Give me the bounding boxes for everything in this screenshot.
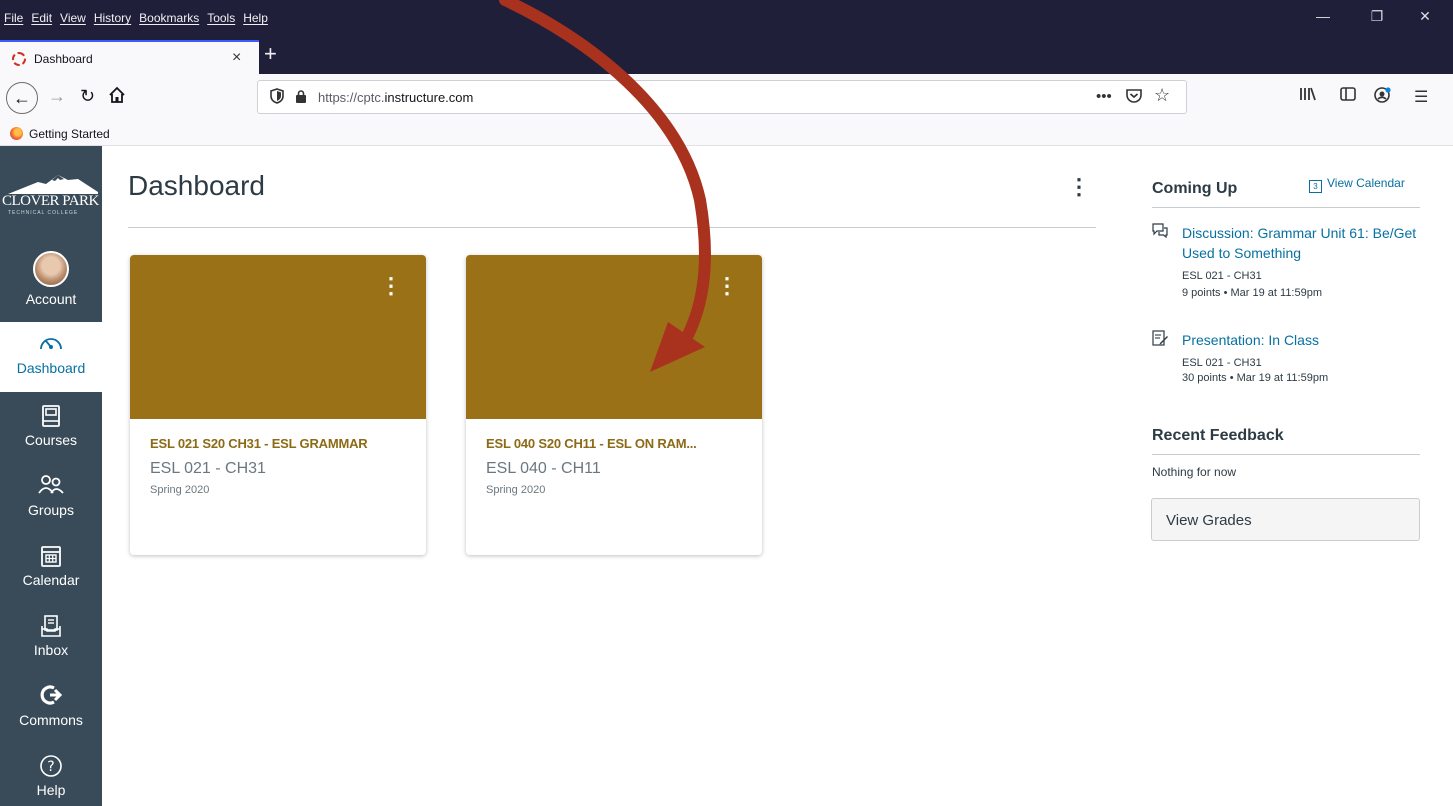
course-card-term: Spring 2020 [486, 484, 546, 496]
forward-button[interactable]: → [48, 86, 66, 107]
hamburger-menu-icon[interactable]: ☰ [1414, 87, 1428, 107]
new-tab-button[interactable]: + [264, 41, 277, 67]
nav-calendar[interactable]: Calendar [0, 544, 102, 588]
course-card-term: Spring 2020 [150, 484, 210, 496]
inbox-icon [0, 614, 102, 640]
help-question-icon: ? [0, 754, 102, 780]
nav-courses[interactable]: Courses [0, 404, 102, 448]
view-calendar-link[interactable]: 3 View Calendar [1309, 176, 1405, 193]
logo-name: CLOVER PARK [2, 193, 99, 209]
calendar-icon [0, 544, 102, 570]
menu-tools[interactable]: Tools [207, 11, 235, 25]
course-card[interactable]: ⋮ ESL 021 S20 CH31 - ESL GRAMMAR ESL 021… [130, 255, 426, 555]
menu-help[interactable]: Help [243, 11, 268, 25]
canvas-favicon-icon [12, 52, 26, 66]
svg-text:?: ? [47, 759, 54, 775]
close-window-button[interactable]: ✕ [1402, 8, 1448, 25]
groups-people-icon [0, 474, 102, 500]
tab-dashboard[interactable]: Dashboard × [0, 40, 259, 76]
discussion-icon [1152, 223, 1168, 239]
navigation-toolbar: ← → ↻ https://cptc.instructure.com ••• ☆… [0, 74, 1453, 122]
nav-help[interactable]: ? Help [0, 754, 102, 798]
url-text[interactable]: https://cptc.instructure.com [318, 90, 473, 105]
lock-icon[interactable] [296, 90, 306, 103]
dashboard-gauge-icon [0, 332, 102, 358]
coming-up-item[interactable]: Discussion: Grammar Unit 61: Be/Get Used… [1152, 223, 1420, 313]
coming-up-item-meta: 9 points • Mar 19 at 11:59pm [1182, 287, 1323, 299]
view-grades-button[interactable]: View Grades [1151, 498, 1420, 541]
title-divider [128, 227, 1096, 228]
nav-groups[interactable]: Groups [0, 474, 102, 518]
coming-up-item-link[interactable]: Discussion: Grammar Unit 61: Be/Get Used… [1182, 223, 1422, 263]
nav-inbox-label: Inbox [33, 642, 69, 658]
menu-bar: File Edit View History Bookmarks Tools H… [0, 0, 1453, 38]
url-bar[interactable]: https://cptc.instructure.com ••• ☆ [257, 80, 1187, 114]
course-card-title[interactable]: ESL 021 S20 CH31 - ESL GRAMMAR [150, 436, 368, 451]
menu-edit[interactable]: Edit [31, 11, 52, 25]
course-card-code: ESL 040 - CH11 [486, 460, 601, 477]
tab-strip: Dashboard × + [0, 38, 1453, 76]
nav-calendar-label: Calendar [22, 572, 80, 588]
firefox-icon [10, 127, 23, 140]
page-title: Dashboard [128, 170, 265, 201]
minimize-button[interactable]: — [1300, 8, 1346, 24]
menu-history[interactable]: History [94, 11, 131, 25]
back-button[interactable]: ← [6, 82, 38, 114]
recent-feedback-empty: Nothing for now [1152, 465, 1237, 479]
library-icon[interactable] [1299, 87, 1317, 105]
home-button[interactable] [108, 86, 126, 109]
tab-close-icon[interactable]: × [232, 49, 241, 67]
bookmark-star-icon[interactable]: ☆ [1154, 85, 1170, 106]
coming-up-item-course: ESL 021 - CH31 [1182, 357, 1262, 369]
restore-button[interactable]: ❐ [1354, 8, 1400, 25]
course-card-code: ESL 021 - CH31 [150, 460, 266, 477]
calendar-small-icon: 3 [1309, 180, 1322, 193]
nav-courses-label: Courses [24, 432, 78, 448]
card-options-kebab-icon[interactable]: ⋮ [380, 273, 402, 299]
nav-dashboard[interactable]: Dashboard [0, 322, 102, 392]
menu-view[interactable]: View [60, 11, 86, 25]
course-card-title[interactable]: ESL 040 S20 CH11 - ESL ON RAM... [486, 436, 697, 451]
menu-bookmarks[interactable]: Bookmarks [139, 11, 199, 25]
pocket-icon[interactable] [1126, 88, 1142, 107]
assignment-icon [1152, 330, 1168, 346]
courses-book-icon [0, 404, 102, 430]
clover-park-logo[interactable]: CLOVER PARK TECHNICAL COLLEGE [0, 146, 102, 234]
recent-feedback-divider [1152, 454, 1420, 455]
nav-commons-label: Commons [19, 712, 83, 728]
reload-button[interactable]: ↻ [80, 86, 95, 107]
tab-title: Dashboard [34, 52, 93, 66]
coming-up-heading: Coming Up [1152, 180, 1238, 197]
course-card[interactable]: ⋮ ESL 040 S20 CH11 - ESL ON RAM... ESL 0… [466, 255, 762, 555]
global-nav: CLOVER PARK TECHNICAL COLLEGE Account Da… [0, 146, 102, 806]
nav-help-label: Help [36, 782, 66, 798]
logo-subtitle: TECHNICAL COLLEGE [8, 210, 79, 216]
menu-file[interactable]: File [4, 11, 23, 25]
commons-icon [0, 684, 102, 710]
page-actions-icon[interactable]: ••• [1096, 88, 1112, 105]
coming-up-item-course: ESL 021 - CH31 [1182, 270, 1262, 282]
dashboard-options-kebab-icon[interactable]: ⋮ [1068, 174, 1090, 200]
bookmark-getting-started[interactable]: Getting Started [29, 127, 110, 141]
tracking-shield-icon[interactable] [270, 88, 284, 107]
recent-feedback-heading: Recent Feedback [1152, 427, 1284, 444]
nav-account[interactable]: Account [0, 251, 102, 307]
sidebar-toggle-icon[interactable] [1340, 87, 1356, 105]
view-calendar-label: View Calendar [1327, 176, 1405, 190]
coming-up-divider [1152, 207, 1420, 208]
coming-up-item[interactable]: Presentation: In Class ESL 021 - CH31 30… [1152, 330, 1420, 390]
nav-dashboard-label: Dashboard [16, 360, 86, 376]
nav-account-label: Account [25, 291, 77, 307]
home-icon [109, 86, 125, 103]
account-profile-icon[interactable] [1374, 87, 1392, 107]
menu-list: File Edit View History Bookmarks Tools H… [4, 11, 268, 25]
coming-up-item-link[interactable]: Presentation: In Class [1182, 330, 1422, 350]
avatar [33, 251, 69, 287]
card-options-kebab-icon[interactable]: ⋮ [716, 273, 738, 299]
nav-groups-label: Groups [28, 502, 74, 518]
nav-commons[interactable]: Commons [0, 684, 102, 728]
bookmarks-toolbar: Getting Started [0, 122, 1453, 146]
nav-inbox[interactable]: Inbox [0, 614, 102, 658]
coming-up-item-meta: 30 points • Mar 19 at 11:59pm [1182, 372, 1329, 384]
